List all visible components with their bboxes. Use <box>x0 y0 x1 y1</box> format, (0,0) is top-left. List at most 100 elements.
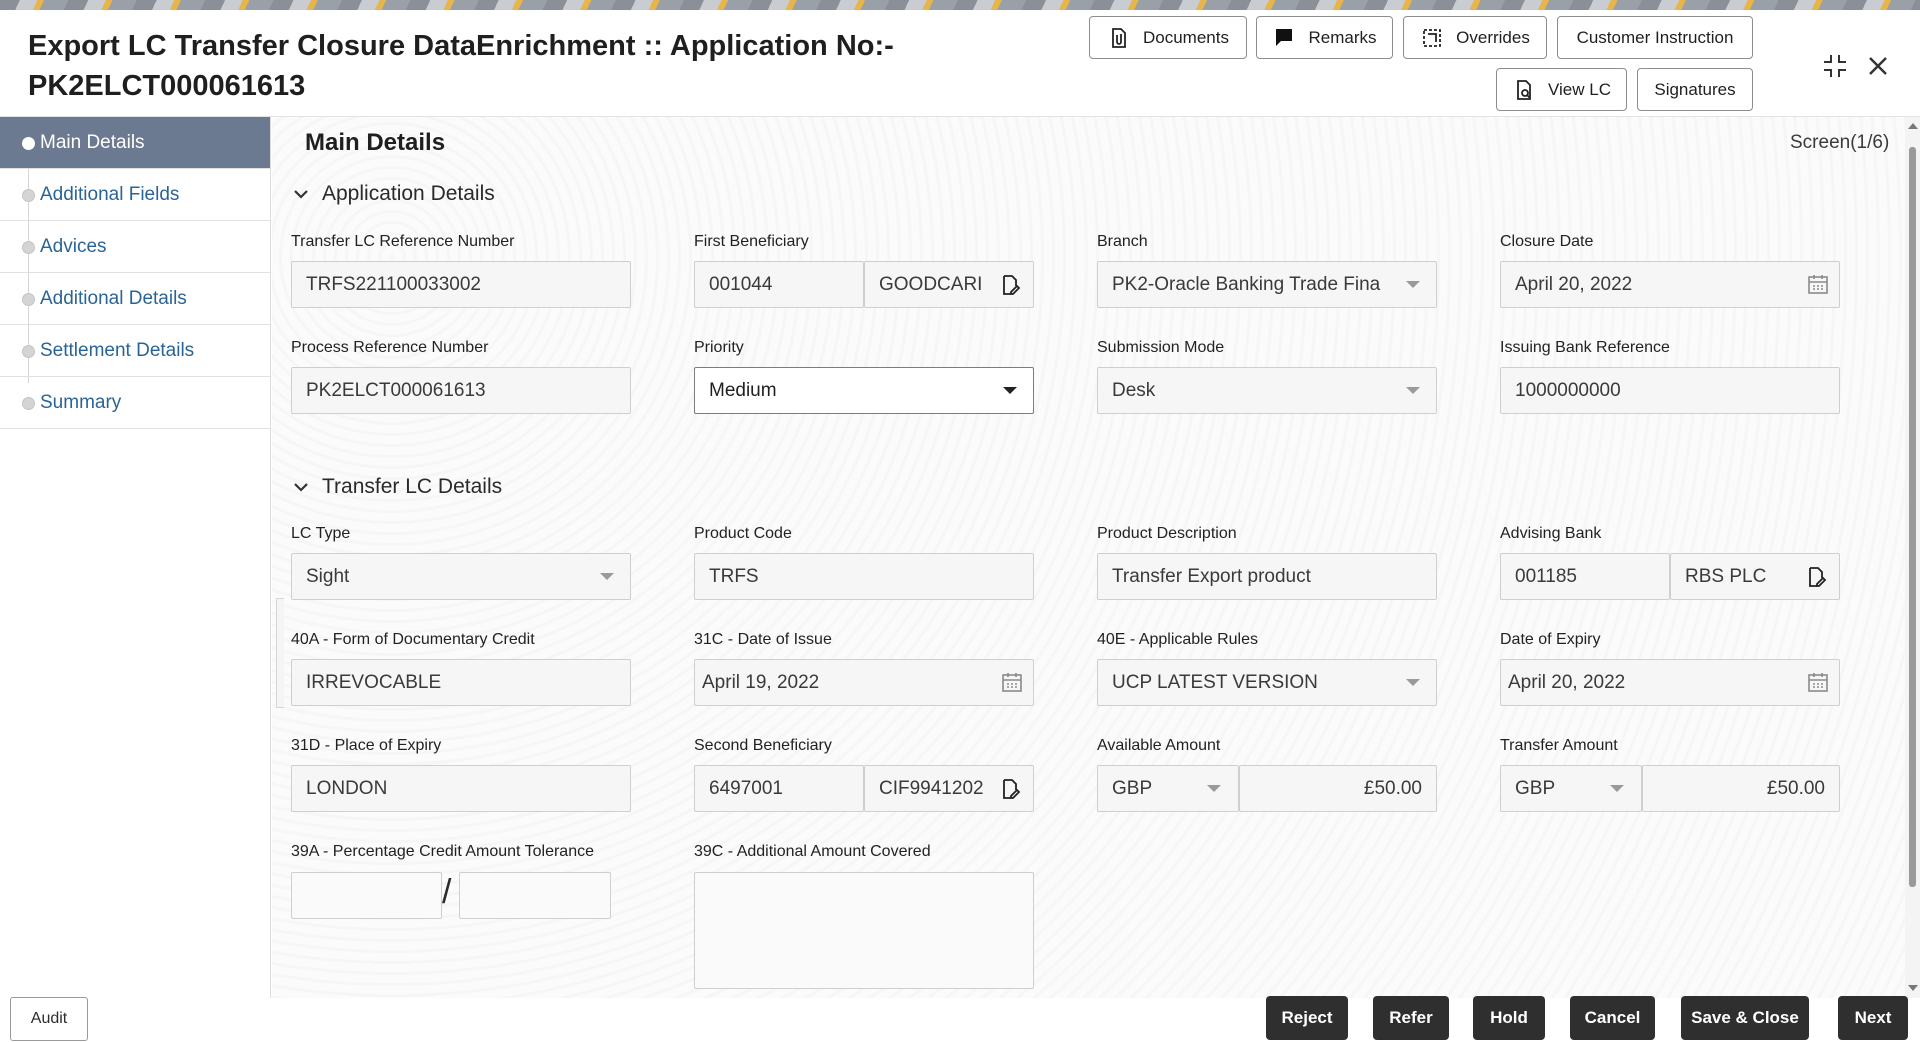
documents-button-label: Documents <box>1143 27 1229 47</box>
issuing-bank-ref-label: Issuing Bank Reference <box>1500 339 1670 356</box>
sidebar-item-summary[interactable]: Summary <box>0 377 270 429</box>
date-of-expiry-field[interactable]: April 20, 2022 <box>1500 659 1840 706</box>
minimize-collapse-icon[interactable] <box>1821 52 1849 80</box>
transfer-amount-field[interactable]: £50.00 <box>1642 765 1840 812</box>
product-description-field[interactable]: Transfer Export product <box>1097 553 1437 600</box>
step-dot-icon <box>22 397 35 410</box>
view-lc-button-label: View LC <box>1548 79 1611 99</box>
chevron-down-icon[interactable] <box>600 573 614 580</box>
lookup-document-icon[interactable] <box>998 777 1022 801</box>
sidebar-item-label: Advices <box>40 235 107 257</box>
product-code-field[interactable]: TRFS <box>694 553 1034 600</box>
advising-bank-id-field[interactable]: 001185 <box>1500 553 1670 600</box>
chevron-down-icon[interactable] <box>1406 387 1420 394</box>
scroll-up-icon[interactable] <box>1908 123 1918 129</box>
additional-amount-textarea[interactable] <box>694 872 1034 989</box>
available-amount-field[interactable]: £50.00 <box>1239 765 1437 812</box>
save-close-button[interactable]: Save & Close <box>1681 996 1809 1040</box>
sidebar-item-label: Summary <box>40 391 122 413</box>
lookup-document-icon[interactable] <box>998 273 1022 297</box>
closure-date-label: Closure Date <box>1500 233 1594 250</box>
scroll-down-icon[interactable] <box>1908 985 1918 991</box>
process-ref-field[interactable]: PK2ELCT000061613 <box>291 367 631 414</box>
branch-select[interactable]: PK2-Oracle Banking Trade Fina <box>1097 261 1437 308</box>
sidebar-item-label: Additional Fields <box>40 183 180 205</box>
step-dot-icon <box>22 345 35 358</box>
section-heading: Application Details <box>322 182 495 205</box>
chevron-down-icon[interactable] <box>1610 785 1624 792</box>
vertical-scrollbar[interactable] <box>1905 117 1920 998</box>
sidebar-item-label: Settlement Details <box>40 339 195 361</box>
place-of-expiry-field[interactable]: LONDON <box>291 765 631 812</box>
view-lc-button[interactable]: View LC <box>1496 68 1627 111</box>
chevron-down-icon[interactable] <box>1406 679 1420 686</box>
product-code-label: Product Code <box>694 525 792 542</box>
chevron-down-icon[interactable] <box>1003 387 1017 394</box>
sidebar-item-advices[interactable]: Advices <box>0 221 270 273</box>
close-icon[interactable] <box>1866 54 1890 78</box>
place-of-expiry-label: 31D - Place of Expiry <box>291 737 442 754</box>
sidebar-item-label: Main Details <box>40 131 145 153</box>
refer-button[interactable]: Refer <box>1373 996 1449 1040</box>
customer-instruction-button[interactable]: Customer Instruction <box>1557 16 1753 59</box>
available-amount-label: Available Amount <box>1097 737 1221 754</box>
sidebar-item-settlement-details[interactable]: Settlement Details <box>0 325 270 377</box>
tolerance-plus-field[interactable] <box>291 872 442 919</box>
sidebar-item-label: Additional Details <box>40 287 187 309</box>
second-beneficiary-label: Second Beneficiary <box>694 737 832 754</box>
remarks-button-label: Remarks <box>1308 27 1377 47</box>
additional-amount-label: 39C - Additional Amount Covered <box>694 843 931 860</box>
cancel-button[interactable]: Cancel <box>1570 996 1655 1040</box>
remarks-button[interactable]: Remarks <box>1256 16 1393 59</box>
sidebar-item-additional-details[interactable]: Additional Details <box>0 273 270 325</box>
panel-resize-handle[interactable] <box>276 598 284 708</box>
lookup-document-icon[interactable] <box>1804 565 1828 589</box>
section-application-details[interactable]: Application Details <box>292 182 495 206</box>
overrides-button-label: Overrides <box>1456 27 1530 47</box>
signatures-button[interactable]: Signatures <box>1637 68 1753 111</box>
second-beneficiary-id-field[interactable]: 6497001 <box>694 765 864 812</box>
applicable-rules-label: 40E - Applicable Rules <box>1097 631 1258 648</box>
calendar-icon[interactable] <box>1806 670 1830 694</box>
applicable-rules-select[interactable]: UCP LATEST VERSION <box>1097 659 1437 706</box>
footer-bar <box>272 998 1920 1042</box>
step-dot-icon <box>22 137 35 150</box>
step-dot-icon <box>22 293 35 306</box>
chevron-down-icon <box>294 483 308 492</box>
documents-button[interactable]: Documents <box>1089 16 1247 59</box>
first-beneficiary-label: First Beneficiary <box>694 233 809 250</box>
first-beneficiary-id-field[interactable]: 001044 <box>694 261 864 308</box>
calendar-icon[interactable] <box>1806 272 1830 296</box>
form-of-credit-label: 40A - Form of Documentary Credit <box>291 631 535 648</box>
branch-label: Branch <box>1097 233 1148 250</box>
page-header-title: Export LC Transfer Closure DataEnrichmen… <box>28 30 894 102</box>
transfer-lc-ref-field[interactable]: TRFS221100033002 <box>291 261 631 308</box>
issuing-bank-ref-field[interactable]: 1000000000 <box>1500 367 1840 414</box>
tolerance-minus-field[interactable] <box>459 872 611 919</box>
sidebar-item-additional-fields[interactable]: Additional Fields <box>0 169 270 221</box>
chevron-down-icon[interactable] <box>1207 785 1221 792</box>
closure-date-field[interactable]: April 20, 2022 <box>1500 261 1840 308</box>
section-heading: Transfer LC Details <box>322 475 503 498</box>
priority-select[interactable]: Medium <box>694 367 1034 414</box>
comment-flag-icon <box>1276 28 1293 46</box>
chevron-down-icon[interactable] <box>1406 281 1420 288</box>
scrollbar-thumb[interactable] <box>1909 147 1916 887</box>
overrides-button[interactable]: Overrides <box>1403 16 1547 59</box>
tolerance-separator: / <box>442 873 452 911</box>
chevron-down-icon <box>294 190 308 199</box>
reject-button[interactable]: Reject <box>1266 996 1348 1040</box>
hold-button[interactable]: Hold <box>1473 996 1545 1040</box>
section-transfer-lc-details[interactable]: Transfer LC Details <box>292 475 502 499</box>
lc-type-select[interactable]: Sight <box>291 553 631 600</box>
advising-bank-label: Advising Bank <box>1500 525 1602 542</box>
transfer-lc-ref-label: Transfer LC Reference Number <box>291 233 515 250</box>
form-of-credit-field[interactable]: IRREVOCABLE <box>291 659 631 706</box>
audit-button[interactable]: Audit <box>10 997 88 1041</box>
date-of-issue-field[interactable]: April 19, 2022 <box>694 659 1034 706</box>
sidebar-item-main-details[interactable]: Main Details <box>0 117 270 169</box>
calendar-icon[interactable] <box>1000 670 1024 694</box>
next-button[interactable]: Next <box>1838 996 1908 1040</box>
customer-instruction-button-label: Customer Instruction <box>1576 27 1734 47</box>
submission-mode-select[interactable]: Desk <box>1097 367 1437 414</box>
